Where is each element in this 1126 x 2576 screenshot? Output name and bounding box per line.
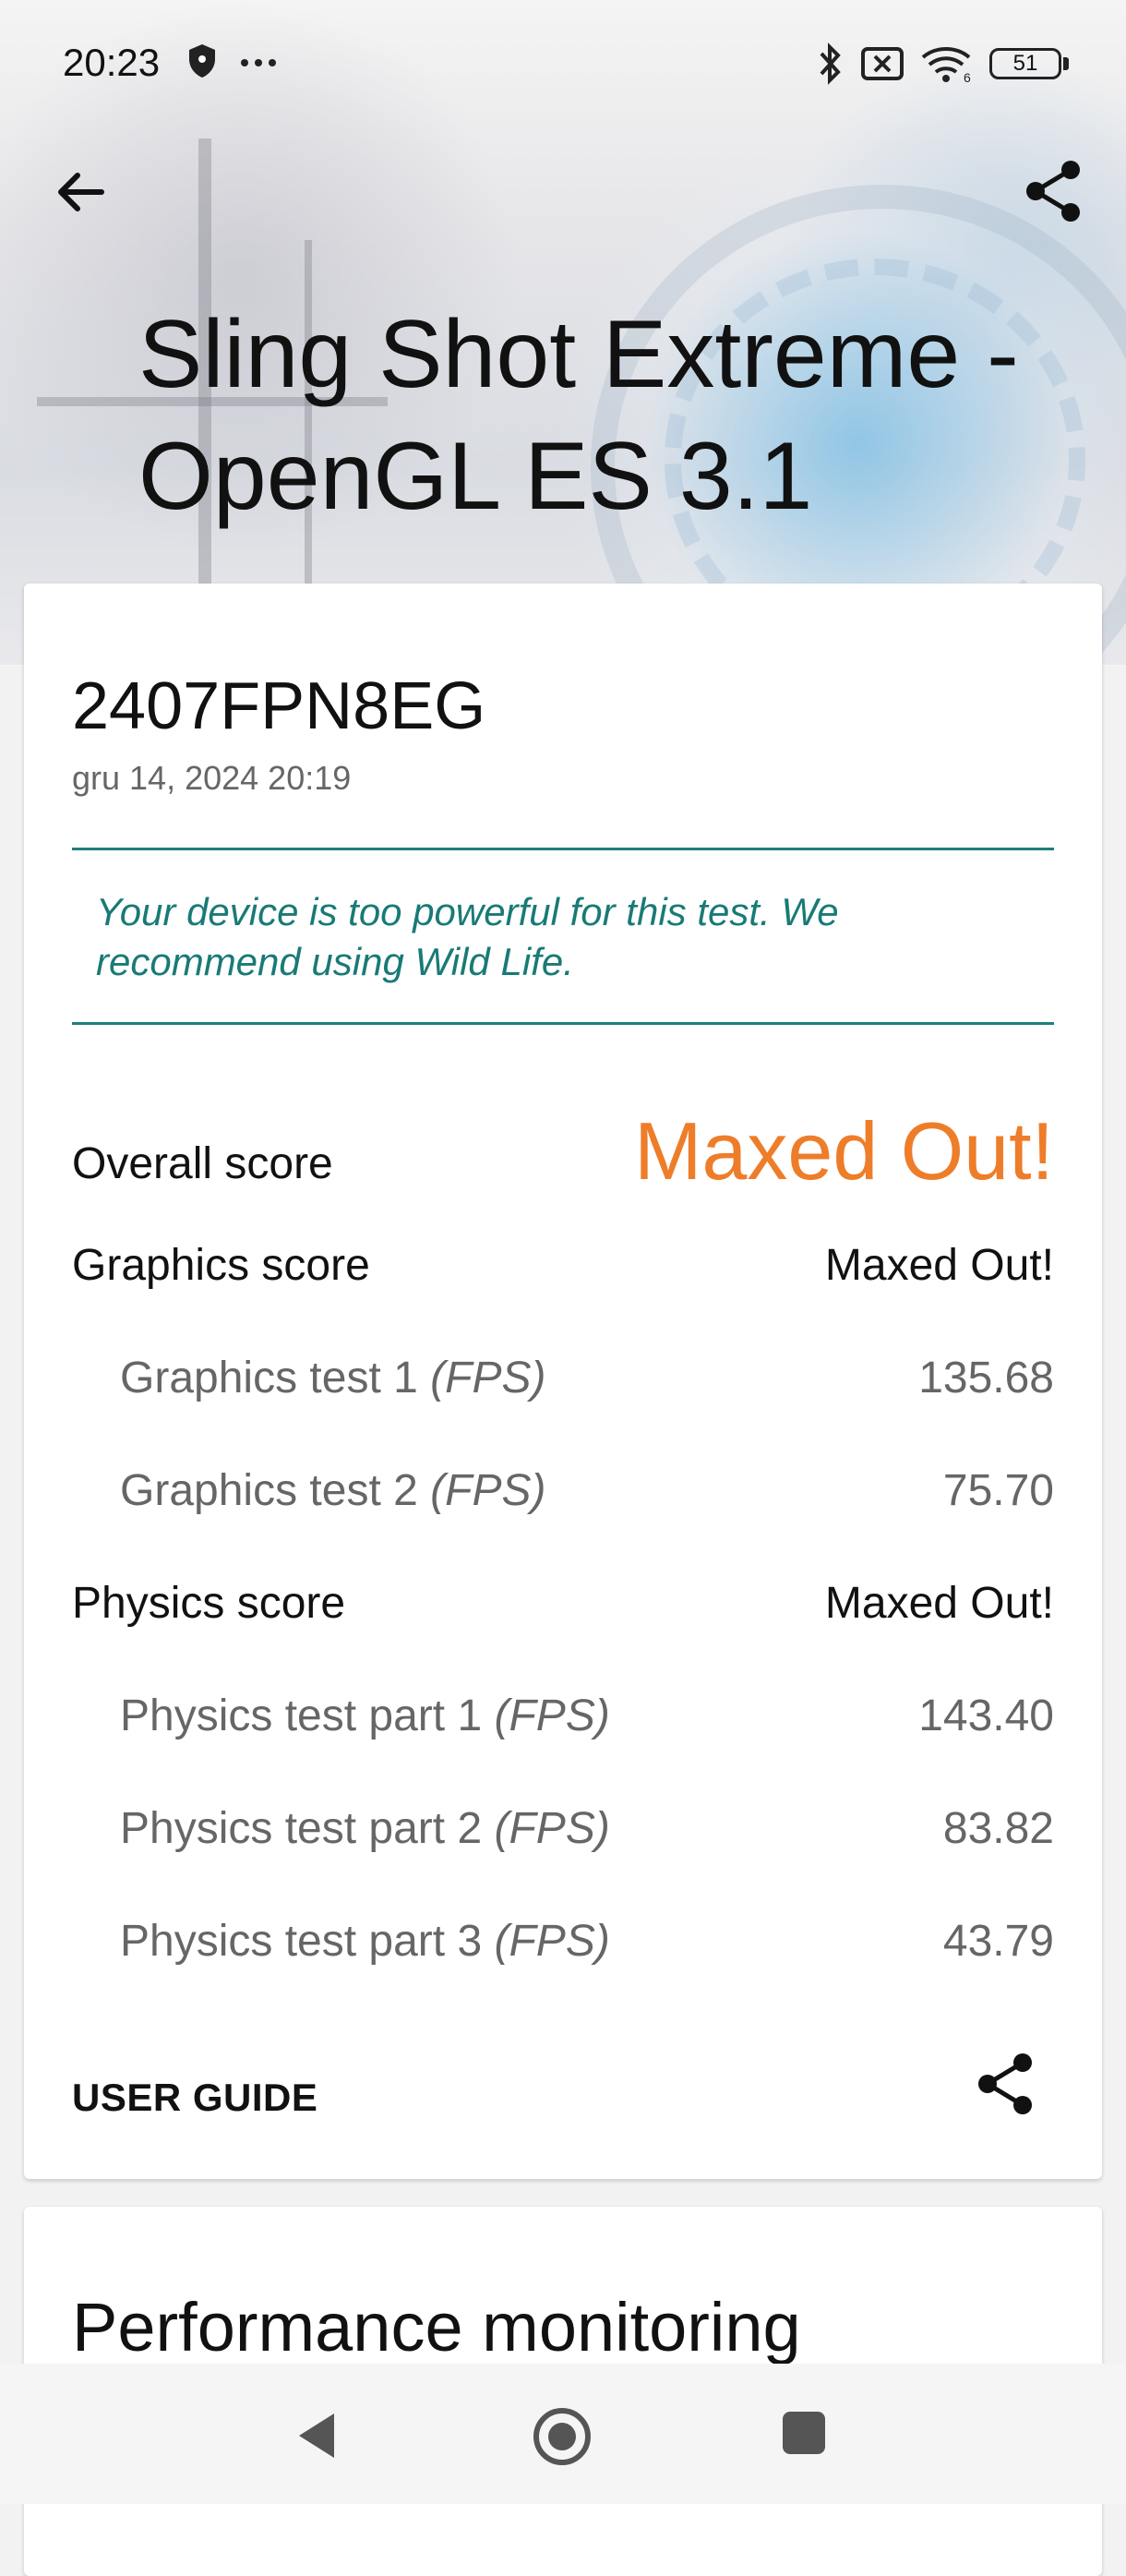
share-result-button[interactable] xyxy=(975,2052,1039,2118)
arrow-back-icon xyxy=(58,173,104,211)
performance-title: Performance monitoring xyxy=(72,2289,801,2365)
overall-score-value: Maxed Out! xyxy=(634,1105,1054,1197)
graphics-test-2-label: Graphics test 2 (FPS) xyxy=(120,1466,546,1515)
graphics-score-row: Graphics score Maxed Out! xyxy=(72,1224,1054,1307)
physics-test-2-value: 83.82 xyxy=(942,1804,1054,1853)
share-icon xyxy=(978,2053,1032,2114)
graphics-test-1-label: Graphics test 1 (FPS) xyxy=(120,1354,546,1402)
triangle-back-icon xyxy=(299,2413,334,2458)
no-sim-icon xyxy=(860,46,904,86)
graphics-score-label: Graphics score xyxy=(72,1241,370,1290)
graphics-test-2-row: Graphics test 2 (FPS) 75.70 xyxy=(72,1450,1054,1533)
graphics-test-2-value: 75.70 xyxy=(942,1466,1054,1515)
share-button[interactable] xyxy=(1023,159,1087,225)
status-bar: 20:23 6 51 xyxy=(0,0,1126,120)
warning-text: Your device is too powerful for this tes… xyxy=(96,890,839,983)
more-dots-icon xyxy=(240,55,277,72)
battery-tip xyxy=(1063,57,1069,70)
bluetooth-icon xyxy=(816,42,844,90)
nav-back-button[interactable] xyxy=(293,2410,340,2466)
warning-box: Your device is too powerful for this tes… xyxy=(72,848,1054,1025)
physics-score-row: Physics score Maxed Out! xyxy=(72,1562,1054,1645)
physics-test-3-row: Physics test part 3 (FPS) 43.79 xyxy=(72,1900,1054,1983)
home-circle-icon xyxy=(533,2408,591,2465)
physics-test-3-value: 43.79 xyxy=(942,1917,1054,1966)
system-nav-bar xyxy=(0,2364,1126,2504)
physics-score-value: Maxed Out! xyxy=(824,1579,1054,1628)
overall-score-label: Overall score xyxy=(72,1139,333,1188)
physics-score-label: Physics score xyxy=(72,1579,346,1628)
graphics-test-1-row: Graphics test 1 (FPS) 135.68 xyxy=(72,1337,1054,1420)
physics-test-1-value: 143.40 xyxy=(918,1691,1054,1740)
physics-test-2-label: Physics test part 2 (FPS) xyxy=(120,1804,610,1853)
physics-test-1-label: Physics test part 1 (FPS) xyxy=(120,1691,610,1740)
shield-icon xyxy=(186,42,218,84)
graphics-test-1-value: 135.68 xyxy=(918,1354,1054,1402)
device-name: 2407FPN8EG xyxy=(72,669,486,743)
page-title: Sling Shot Extreme - OpenGL ES 3.1 xyxy=(138,301,1019,530)
physics-test-2-row: Physics test part 2 (FPS) 83.82 xyxy=(72,1788,1054,1871)
graphics-score-value: Maxed Out! xyxy=(824,1241,1054,1290)
share-icon xyxy=(1026,161,1080,222)
result-card: 2407FPN8EG gru 14, 2024 20:19 Your devic… xyxy=(24,584,1102,2179)
svg-text:6: 6 xyxy=(964,70,971,83)
wifi-icon: 6 xyxy=(919,44,973,88)
status-time: 20:23 xyxy=(63,41,161,84)
result-date: gru 14, 2024 20:19 xyxy=(72,759,352,797)
nav-recents-button[interactable] xyxy=(783,2412,825,2454)
back-button[interactable] xyxy=(52,164,116,220)
overall-score-row: Overall score Maxed Out! xyxy=(72,1104,1054,1206)
physics-test-1-row: Physics test part 1 (FPS) 143.40 xyxy=(72,1675,1054,1758)
user-guide-link[interactable]: USER GUIDE xyxy=(72,2076,317,2120)
battery-icon: 51 xyxy=(989,48,1061,79)
physics-test-3-label: Physics test part 3 (FPS) xyxy=(120,1917,610,1966)
nav-home-button[interactable] xyxy=(532,2406,593,2472)
